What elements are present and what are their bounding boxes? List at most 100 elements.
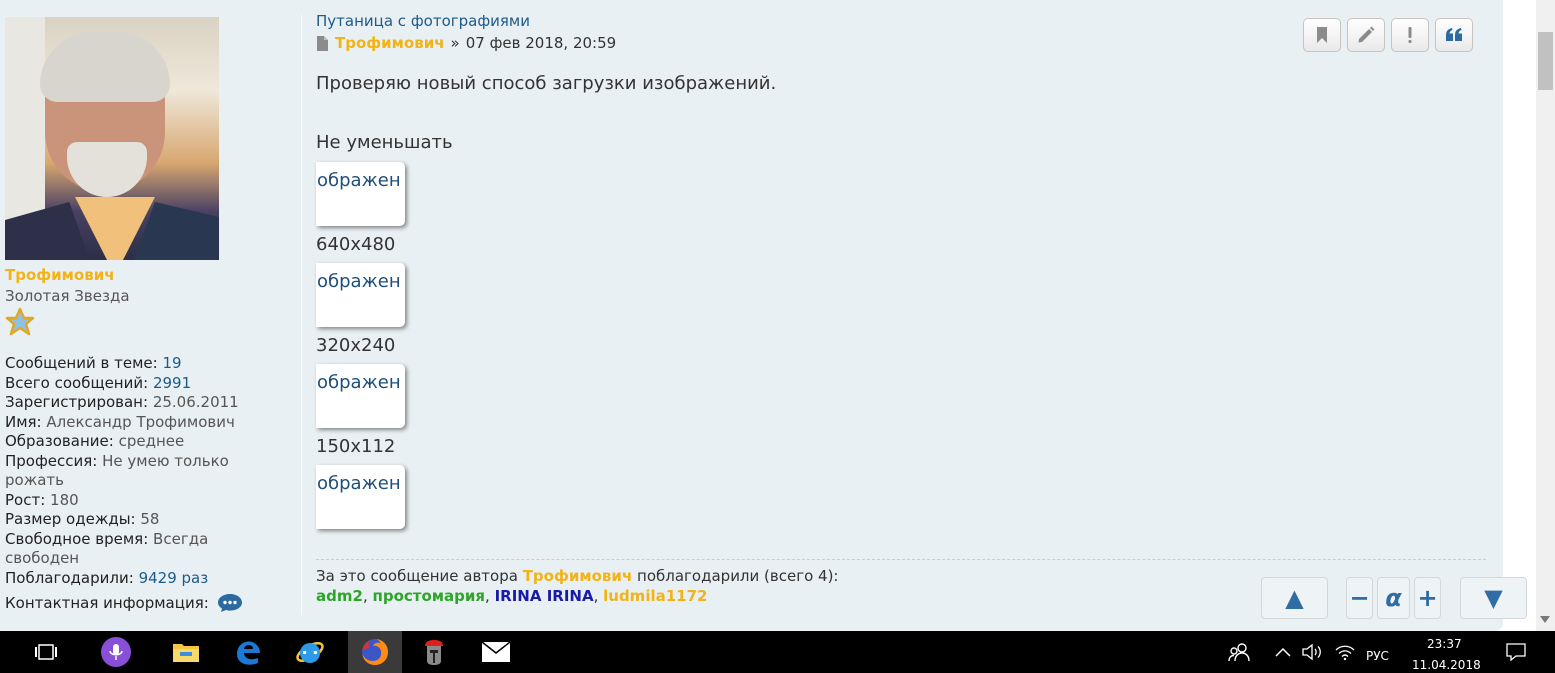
profile-rank: Золотая Звезда bbox=[5, 287, 130, 305]
image-alt-text: ображен bbox=[317, 473, 401, 494]
image-alt-text: ображен bbox=[317, 372, 401, 393]
profile-field: Зарегистрирован: 25.06.2011 bbox=[5, 393, 285, 413]
profile-field-value: среднее bbox=[118, 432, 185, 450]
scrollbar-thumb[interactable] bbox=[1538, 32, 1553, 90]
profile-field-value: 58 bbox=[140, 510, 160, 528]
avatar[interactable] bbox=[5, 17, 219, 260]
image-size-label: 640x480 bbox=[316, 234, 396, 255]
file-explorer-button[interactable] bbox=[162, 631, 210, 673]
profile-field-label: Имя: bbox=[5, 412, 42, 431]
cortana-button[interactable] bbox=[92, 631, 140, 673]
arrow-up-icon: ▲ bbox=[1285, 584, 1304, 612]
profile-field: Образование: среднее bbox=[5, 432, 285, 452]
thanks-line: За это сообщение автора Трофимович побла… bbox=[316, 567, 838, 585]
folder-icon bbox=[173, 644, 199, 662]
profile-field: Поблагодарили: 9429 раз bbox=[5, 569, 285, 589]
post-subheading: Не уменьшать bbox=[316, 132, 453, 153]
firefox-button[interactable] bbox=[348, 631, 402, 673]
action-center-button[interactable] bbox=[1503, 631, 1529, 673]
font-increase-button[interactable]: + bbox=[1414, 577, 1441, 619]
internet-explorer-icon bbox=[296, 642, 324, 663]
edge-browser-button[interactable] bbox=[224, 631, 272, 673]
profile-field-label: Зарегистрирован: bbox=[5, 393, 149, 411]
notification-icon bbox=[1506, 643, 1526, 661]
contact-info: Контактная информация: bbox=[5, 593, 243, 613]
input-language[interactable]: РУС bbox=[1366, 649, 1389, 663]
image-thumbnail[interactable]: ображен bbox=[316, 465, 405, 529]
thanks-user-link[interactable]: ludmila1172 bbox=[603, 587, 707, 605]
arrow-down-icon: ▼ bbox=[1484, 584, 1503, 612]
clock-time[interactable]: 23:37 bbox=[1427, 637, 1462, 651]
post-document-icon[interactable] bbox=[316, 35, 329, 51]
post-meta: Трофимович » 07 фев 2018, 20:59 bbox=[316, 34, 616, 52]
profile-username[interactable]: Трофимович bbox=[5, 266, 115, 284]
thanks-separator: , bbox=[485, 587, 495, 605]
post-container: Трофимович Золотая Звезда Сообщений в те… bbox=[0, 0, 1527, 631]
game-app-button[interactable] bbox=[410, 631, 458, 673]
font-reset-button[interactable]: α bbox=[1377, 577, 1410, 619]
people-button[interactable] bbox=[1225, 631, 1253, 673]
profile-field-value[interactable]: 2991 bbox=[153, 374, 191, 392]
profile-field-value[interactable]: 9429 раз bbox=[139, 569, 209, 587]
clock-date[interactable]: 11.04.2018 bbox=[1412, 658, 1481, 672]
bookmark-button[interactable] bbox=[1303, 18, 1341, 52]
thanks-author[interactable]: Трофимович bbox=[523, 567, 633, 585]
profile-field-value: 25.06.2011 bbox=[152, 393, 239, 411]
post-topic-link[interactable]: Путаница с фотографиями bbox=[316, 12, 530, 30]
profile-field-label: Поблагодарили: bbox=[5, 568, 134, 587]
edit-icon bbox=[1358, 26, 1375, 43]
image-size-label: 150x112 bbox=[316, 436, 396, 457]
scroll-down-button[interactable]: ▼ bbox=[1460, 577, 1527, 619]
chevron-up-icon bbox=[1275, 647, 1291, 657]
profile-field-value: 180 bbox=[50, 490, 79, 509]
scroll-up-button[interactable]: ▲ bbox=[1261, 577, 1328, 619]
windows-taskbar: РУС 23:37 11.04.2018 bbox=[0, 631, 1555, 673]
profile-field: Профессия: Не умею только рожать bbox=[5, 452, 285, 491]
minus-icon: − bbox=[1349, 584, 1370, 612]
profile-field: Всего сообщений: 2991 bbox=[5, 374, 285, 394]
thanks-suffix: поблагодарили (всего 4): bbox=[637, 567, 839, 585]
profile-field: Рост: 180 bbox=[5, 491, 285, 511]
page-scrollbar[interactable] bbox=[1536, 0, 1555, 631]
scrollbar-down-arrow[interactable] bbox=[1540, 616, 1550, 623]
mail-button[interactable] bbox=[472, 631, 520, 673]
report-icon bbox=[1408, 27, 1412, 43]
quote-button[interactable] bbox=[1435, 18, 1473, 52]
task-view-button[interactable] bbox=[22, 631, 70, 673]
internet-explorer-button[interactable] bbox=[286, 631, 334, 673]
profile-fields: Сообщений в теме: 19 Всего сообщений: 299… bbox=[5, 354, 285, 588]
profile-field: Имя: Александр Трофимович bbox=[5, 413, 285, 433]
image-thumbnail[interactable]: ображен bbox=[316, 263, 405, 327]
firefox-icon bbox=[362, 639, 388, 665]
post-actions bbox=[1303, 18, 1473, 52]
image-alt-text: ображен bbox=[317, 170, 401, 191]
profile-field-label: Свободное время: bbox=[5, 529, 149, 548]
chat-icon[interactable] bbox=[217, 593, 243, 613]
volume-button[interactable] bbox=[1300, 631, 1324, 673]
thanks-divider bbox=[316, 559, 1486, 560]
thanks-separator: , bbox=[593, 587, 604, 605]
quote-icon bbox=[1446, 28, 1462, 41]
network-button[interactable] bbox=[1333, 631, 1357, 673]
post-body-text: Проверяю новый способ загрузки изображен… bbox=[316, 73, 777, 94]
image-thumbnail[interactable]: ображен bbox=[316, 162, 405, 226]
wifi-icon bbox=[1335, 645, 1355, 661]
profile-field: Свободное время: Всегда свободен bbox=[5, 530, 285, 569]
profile-field-label: Образование: bbox=[5, 432, 114, 450]
profile-field-value[interactable]: 19 bbox=[162, 354, 181, 372]
alpha-icon: α bbox=[1385, 584, 1402, 612]
thanks-user-link[interactable]: простомария bbox=[372, 587, 485, 605]
thanks-user-link[interactable]: IRINA IRINA bbox=[495, 587, 594, 605]
thanks-user-link[interactable]: adm2 bbox=[316, 587, 363, 605]
profile-field: Сообщений в теме: 19 bbox=[5, 354, 285, 374]
post-author[interactable]: Трофимович bbox=[335, 34, 445, 52]
tray-overflow-button[interactable] bbox=[1272, 631, 1294, 673]
profile-field-label: Размер одежды: bbox=[5, 510, 136, 528]
microphone-icon bbox=[101, 637, 131, 667]
report-button[interactable] bbox=[1391, 18, 1429, 52]
font-decrease-button[interactable]: − bbox=[1346, 577, 1373, 619]
image-size-label: 320x240 bbox=[316, 335, 396, 356]
task-view-icon bbox=[35, 644, 57, 660]
image-thumbnail[interactable]: ображен bbox=[316, 364, 405, 428]
edit-button[interactable] bbox=[1347, 18, 1385, 52]
